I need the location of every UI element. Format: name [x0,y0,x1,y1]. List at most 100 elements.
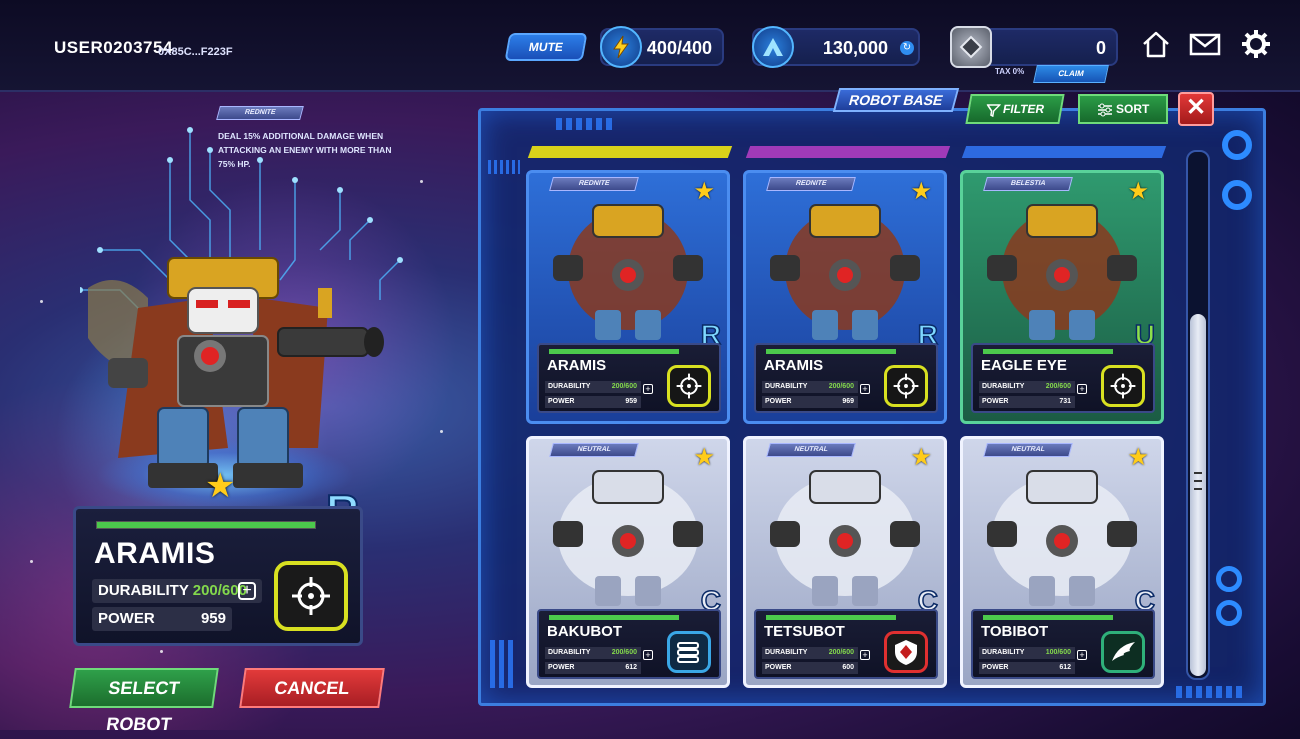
arena-logo-icon [752,26,794,68]
repair-plus-button[interactable]: + [860,384,870,394]
robot-card-info: ARAMIS DURABILITY 200/600 + POWER 959 [537,343,721,413]
target-icon [667,365,711,407]
power-value: 612 [625,664,637,671]
durability-label: DURABILITY [98,582,189,599]
scrollbar-grip [1194,488,1202,490]
column-strip-blue [961,146,1167,158]
durability-value: 200/600 [828,383,854,390]
lightning-icon [600,26,642,68]
repair-plus-button[interactable]: + [643,650,653,660]
scrollbar-thumb[interactable] [1190,314,1206,676]
settings-icon[interactable] [1240,28,1274,62]
durability-label: DURABILITY [765,649,808,656]
energy-counter: 400/400 [600,26,724,68]
repair-plus-button[interactable]: + [1077,650,1087,660]
repair-plus-button[interactable]: + [643,384,653,394]
power-label: POWER [765,664,792,671]
faction-tag: BELESTIA [983,177,1073,191]
robot-card[interactable]: NEUTRAL ★ C BAKUBOT DURABILITY 200/600 +… [526,436,730,688]
power-stat: POWER 969 [762,396,858,408]
ring-decoration [1222,180,1252,210]
robot-card[interactable]: BELESTIA ★ U EAGLE EYE DURABILITY 200/60… [960,170,1164,424]
power-value: 612 [1059,664,1071,671]
power-stat: POWER 959 [545,396,641,408]
power-label: POWER [982,398,1009,405]
scrollbar[interactable] [1186,150,1210,680]
target-icon [884,365,928,407]
durability-value: 200/600 [1045,383,1071,390]
robot-illustration [987,470,1137,606]
robot-card[interactable]: NEUTRAL ★ C TOBIBOT DURABILITY 100/600 +… [960,436,1164,688]
robot-card[interactable]: REDNITE ★ R ARAMIS DURABILITY 200/600 + … [743,170,947,424]
faction-tag: REDNITE [549,177,639,191]
panel-decoration [1176,686,1244,698]
robot-illustration [553,204,703,340]
select-robot-button[interactable]: SELECT ROBOT [69,668,219,734]
shield-icon [884,631,928,673]
robot-card-info: ARAMIS DURABILITY 200/600 + POWER 969 [754,343,938,413]
durability-bar-fill [983,615,1113,620]
ring-decoration [1222,130,1252,160]
close-button[interactable]: ✕ [1178,92,1214,126]
star-sparkle [30,560,33,563]
durability-label: DURABILITY [548,649,591,656]
robot-card[interactable]: REDNITE ★ R ARAMIS DURABILITY 200/600 + … [526,170,730,424]
selected-robot-card: ARAMIS DURABILITY 200/600 + POWER 959 [73,506,363,646]
filter-label: FILTER [1001,102,1046,116]
panel-decoration [490,640,514,688]
robot-name: ARAMIS [94,537,216,570]
home-icon[interactable] [1140,28,1174,62]
currency-value: 130,000 [822,38,888,58]
durability-bar [983,615,1113,620]
durability-bar-fill [766,615,896,620]
durability-value: 100/600 [1045,649,1071,656]
sort-button[interactable]: SORT [1078,94,1168,124]
durability-label: DURABILITY [982,649,1025,656]
power-stat: POWER 731 [979,396,1075,408]
durability-stat: DURABILITY 200/600 [762,647,858,659]
power-label: POWER [548,398,575,405]
energy-value: 400/400 [646,38,712,58]
durability-bar-fill [766,349,896,354]
durability-stat: DURABILITY 200/600 [979,381,1075,393]
cancel-button[interactable]: CANCEL [239,668,385,708]
power-label: POWER [765,398,792,405]
robot-illustration [770,470,920,606]
durability-bar [766,349,896,354]
power-stat: POWER 959 [92,607,232,631]
target-icon [274,561,348,631]
refresh-icon[interactable]: ↻ [900,41,914,55]
wallet-address: 0X85C...F223F [158,46,233,58]
ring-decoration [1216,566,1242,592]
token-counter: 0 [950,26,1118,68]
power-value: 969 [842,398,854,405]
mail-icon[interactable] [1188,28,1222,62]
power-value: 731 [1059,398,1071,405]
durability-bar [549,349,679,354]
power-stat: POWER 612 [545,662,641,674]
durability-stat: DURABILITY 100/600 [979,647,1075,659]
durability-bar [96,521,316,529]
tax-label: TAX 0% [995,67,1025,76]
sort-label: SORT [1116,102,1150,116]
repair-plus-button[interactable]: + [860,650,870,660]
token-icon [950,26,992,68]
filter-button[interactable]: FILTER [965,94,1065,124]
durability-bar [549,615,679,620]
durability-label: DURABILITY [765,383,808,390]
claim-button[interactable]: CLAIM [1033,65,1109,83]
sort-icon [1097,103,1112,117]
repair-plus-button[interactable]: + [238,582,256,600]
robot-name: TOBIBOT [981,623,1049,640]
robot-card[interactable]: NEUTRAL ★ C TETSUBOT DURABILITY 200/600 … [743,436,947,688]
robot-name: TETSUBOT [764,623,845,640]
panel-decoration [556,118,612,130]
durability-stat: DURABILITY 200/600 [762,381,858,393]
durability-stat: DURABILITY 200/600 [545,381,641,393]
robot-illustration [987,204,1137,340]
mute-button[interactable]: MUTE [504,33,588,61]
faction-tag: REDNITE [216,106,304,120]
power-value: 959 [200,610,226,627]
repair-plus-button[interactable]: + [1077,384,1087,394]
target-icon [1101,365,1145,407]
